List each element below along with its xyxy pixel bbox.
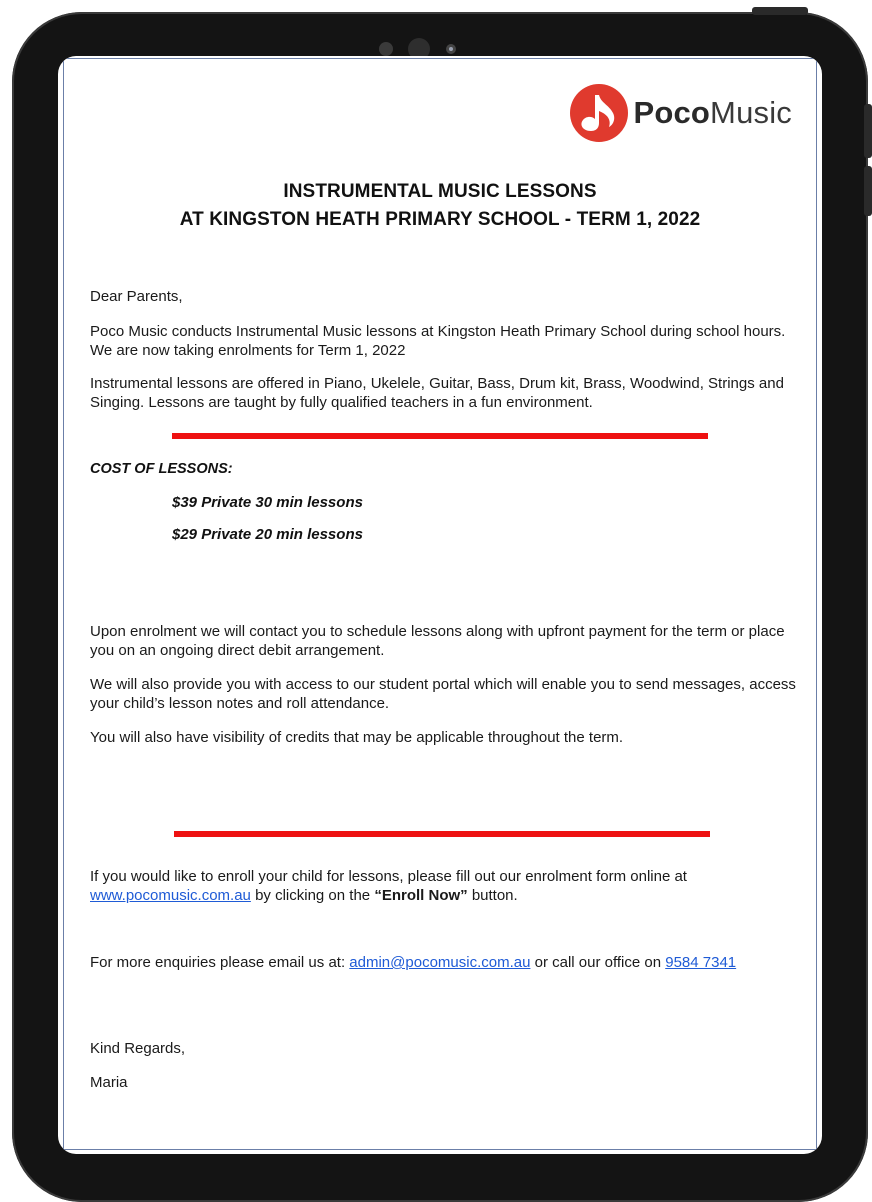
volume-down-button (864, 166, 872, 216)
enrolment-paragraph-1: Upon enrolment we will contact you to sc… (90, 623, 785, 659)
poco-music-logo: PocoMusic (569, 83, 792, 143)
power-button (752, 7, 808, 15)
intro-paragraph-1: Poco Music conducts Instrumental Music l… (90, 323, 786, 359)
divider-red (174, 831, 710, 837)
website-link[interactable]: www.pocomusic.com.au (90, 887, 251, 904)
sensor-dot (379, 42, 393, 56)
letter-title: INSTRUMENTAL MUSIC LESSONS (283, 181, 597, 202)
letter-subtitle: AT KINGSTON HEATH PRIMARY SCHOOL - TERM … (179, 209, 701, 230)
enrolment-paragraph-3: You will also have visibility of credits… (90, 729, 624, 746)
email-link[interactable]: admin@pocomusic.com.au (349, 954, 530, 971)
letter-page: PocoMusic INSTRUMENTAL MUSIC LESSONS AT … (63, 58, 817, 1150)
cost-item: $29 Private 20 min lessons (172, 526, 363, 543)
signature-name: Maria (90, 1074, 128, 1091)
cost-item: $39 Private 30 min lessons (172, 494, 363, 511)
greeting: Dear Parents, (90, 288, 183, 305)
sign-off: Kind Regards, (90, 1040, 186, 1057)
enrol-call-to-action: If you would like to enroll your child f… (90, 868, 687, 904)
intro-paragraph-2: Instrumental lessons are offered in Pian… (90, 375, 784, 411)
phone-link[interactable]: 9584 7341 (665, 954, 736, 971)
enrolment-paragraph-2: We will also provide you with access to … (90, 676, 796, 712)
cost-heading: COST OF LESSONS: (90, 461, 233, 477)
camera-indicator (446, 44, 456, 54)
tablet-screen: PocoMusic INSTRUMENTAL MUSIC LESSONS AT … (58, 56, 822, 1154)
volume-up-button (864, 104, 872, 158)
divider-red (172, 433, 708, 439)
music-note-logo-icon (570, 84, 629, 142)
enquiries-paragraph: For more enquiries please email us at: a… (90, 954, 737, 971)
brand-name: PocoMusic (633, 95, 792, 130)
